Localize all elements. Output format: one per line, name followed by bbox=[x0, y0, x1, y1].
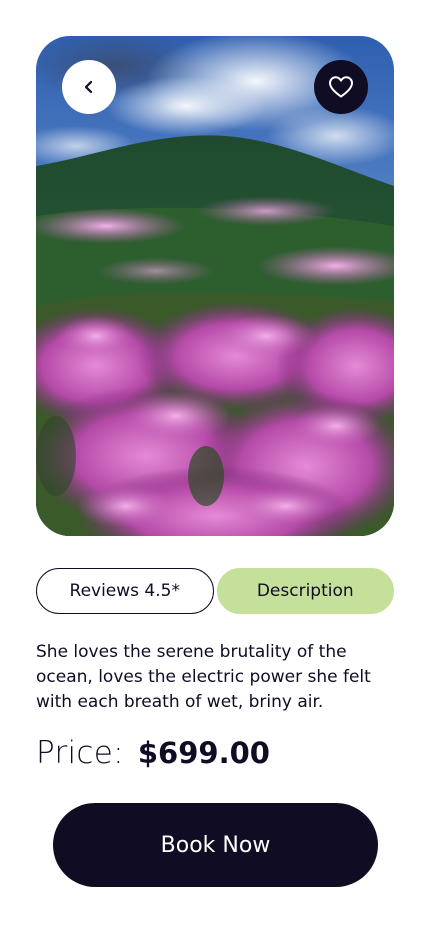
tab-description[interactable]: Description bbox=[216, 568, 394, 614]
tab-bar: Reviews 4.5* Description bbox=[36, 568, 394, 614]
back-button[interactable] bbox=[62, 60, 116, 114]
favorite-button[interactable] bbox=[314, 60, 368, 114]
chevron-left-icon bbox=[84, 80, 93, 94]
price-label: Price: bbox=[36, 735, 124, 771]
tab-reviews[interactable]: Reviews 4.5* bbox=[36, 568, 214, 614]
book-now-button[interactable]: Book Now bbox=[53, 803, 378, 887]
hero-image-card bbox=[36, 36, 394, 536]
price-value: $699.00 bbox=[137, 736, 270, 770]
price-row: Price: $699.00 bbox=[36, 735, 270, 771]
description-text: She loves the serene brutality of the oc… bbox=[36, 642, 371, 712]
heart-icon bbox=[329, 76, 353, 98]
